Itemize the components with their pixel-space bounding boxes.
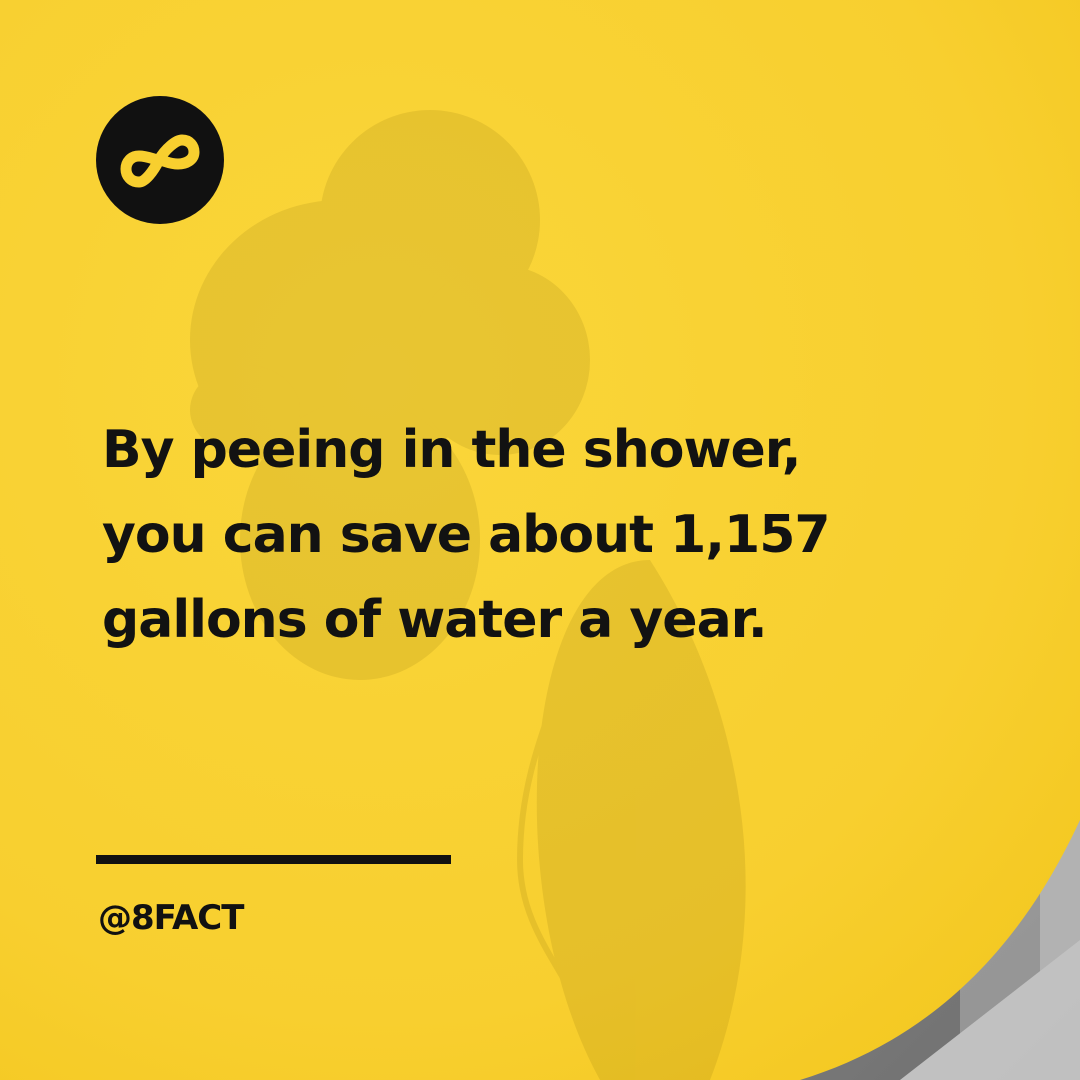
headline-line: By peeing in the shower, (102, 420, 802, 480)
divider-rule (96, 855, 451, 864)
infinity-eight-icon (96, 96, 224, 224)
account-handle: @8FACT (98, 898, 244, 938)
fact-headline: By peeing in the shower, you can save ab… (102, 408, 1002, 663)
headline-line: you can save about 1,157 (102, 505, 831, 565)
headline-line: gallons of water a year. (102, 590, 768, 650)
